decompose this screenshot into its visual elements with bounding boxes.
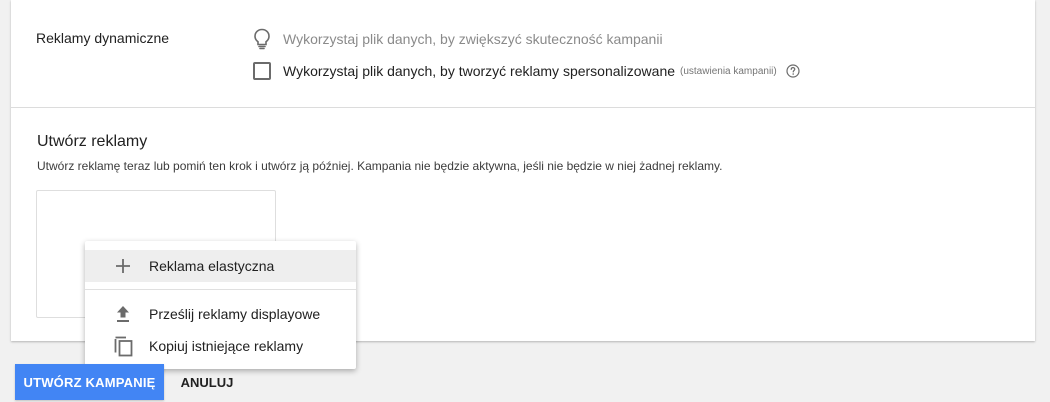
upload-icon bbox=[112, 303, 134, 325]
menu-item-label: Prześlij reklamy displayowe bbox=[149, 306, 321, 322]
menu-item-copy-existing-ads[interactable]: Kopiuj istniejące reklamy bbox=[85, 330, 356, 362]
personalized-ads-label: Wykorzystaj plik danych, by tworzyć rekl… bbox=[283, 63, 676, 79]
create-ads-description: Utwórz reklamę teraz lub pomiń ten krok … bbox=[37, 159, 723, 173]
create-ads-title: Utwórz reklamy bbox=[37, 133, 148, 150]
dynamic-ads-tip: Wykorzystaj plik danych, by zwiększyć sk… bbox=[253, 28, 663, 50]
menu-divider bbox=[85, 289, 356, 290]
menu-item-label: Reklama elastyczna bbox=[149, 258, 275, 274]
menu-item-responsive-ad[interactable]: Reklama elastyczna bbox=[85, 250, 356, 282]
plus-icon bbox=[112, 255, 134, 277]
menu-item-label: Kopiuj istniejące reklamy bbox=[149, 338, 304, 354]
personalized-ads-option: Wykorzystaj plik danych, by tworzyć rekl… bbox=[253, 61, 800, 81]
copy-icon bbox=[112, 335, 134, 357]
new-ad-menu: Reklama elastyczna Prześlij reklamy disp… bbox=[85, 241, 356, 369]
dynamic-ads-section: Reklamy dynamiczne Wykorzystaj plik dany… bbox=[11, 0, 1035, 108]
dynamic-ads-label: Reklamy dynamiczne bbox=[36, 30, 170, 46]
lightbulb-icon bbox=[254, 28, 270, 50]
menu-item-upload-display-ads[interactable]: Prześlij reklamy displayowe bbox=[85, 298, 356, 330]
create-campaign-button[interactable]: UTWÓRZ KAMPANIĘ bbox=[15, 364, 164, 400]
campaign-settings-link[interactable]: (ustawienia kampanii) bbox=[680, 66, 777, 77]
help-circle-icon[interactable] bbox=[786, 64, 800, 78]
personalized-ads-checkbox[interactable] bbox=[253, 62, 271, 80]
dynamic-ads-tip-text: Wykorzystaj plik danych, by zwiększyć sk… bbox=[283, 31, 663, 47]
cancel-button[interactable]: ANULUJ bbox=[170, 364, 244, 400]
